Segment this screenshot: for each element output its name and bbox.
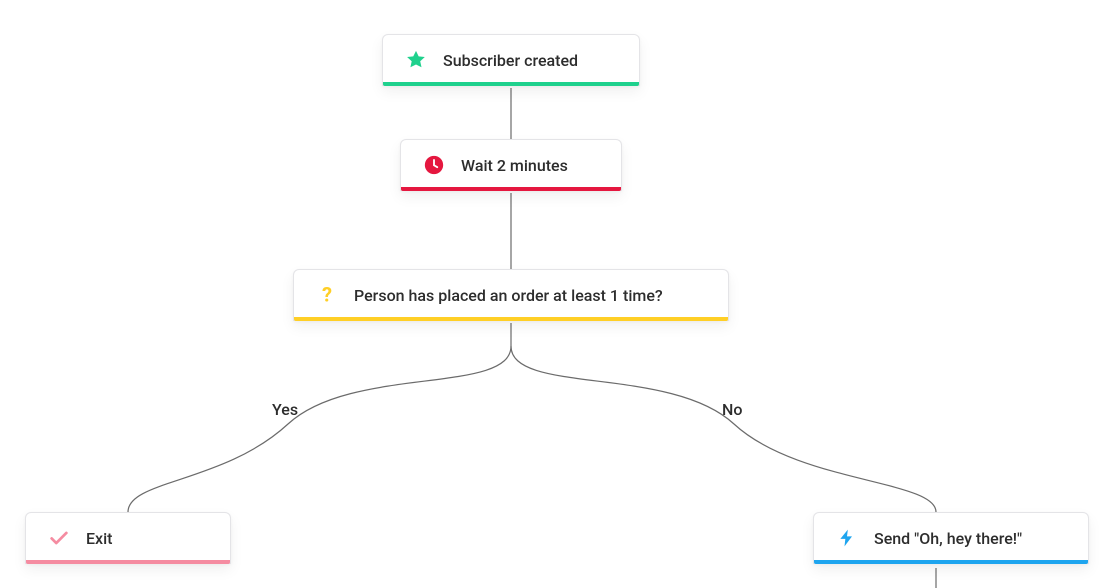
question-icon: ? [316, 284, 338, 306]
send-label: Send "Oh, hey there!" [874, 529, 1022, 548]
exit-label: Exit [86, 529, 113, 548]
bolt-icon [836, 527, 858, 549]
branch-no-label: No [722, 400, 742, 419]
send-node[interactable]: Send "Oh, hey there!" [813, 512, 1089, 564]
svg-text:?: ? [322, 284, 332, 306]
trigger-node[interactable]: Subscriber created [382, 34, 640, 86]
send-accent [814, 560, 1088, 564]
wait-accent [401, 187, 621, 191]
clock-icon [423, 154, 445, 176]
exit-accent [26, 560, 230, 564]
wait-label: Wait 2 minutes [461, 156, 568, 175]
condition-accent [294, 317, 728, 321]
exit-node[interactable]: Exit [25, 512, 231, 564]
star-icon [405, 49, 427, 71]
trigger-accent [383, 82, 639, 86]
wait-node[interactable]: Wait 2 minutes [400, 139, 622, 191]
trigger-label: Subscriber created [443, 51, 578, 70]
branch-yes-label: Yes [272, 400, 298, 419]
flow-canvas: Subscriber created Wait 2 minutes ? Pers… [0, 0, 1116, 588]
check-icon [48, 527, 70, 549]
condition-node[interactable]: ? Person has placed an order at least 1 … [293, 269, 729, 321]
condition-label: Person has placed an order at least 1 ti… [354, 286, 663, 305]
